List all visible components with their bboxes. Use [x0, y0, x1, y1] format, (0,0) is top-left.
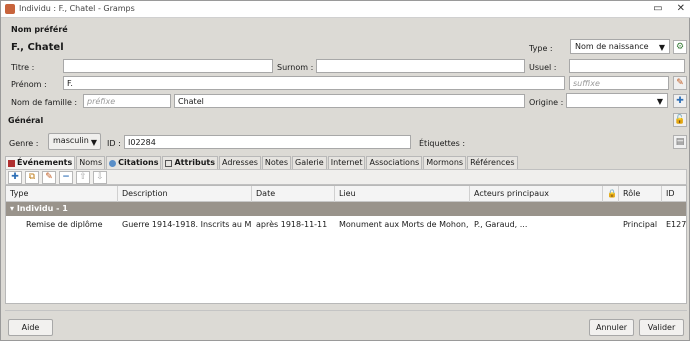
surnom-field[interactable]: [316, 59, 525, 73]
titre-label: Titre :: [11, 63, 35, 72]
chevron-down-icon: ▼: [90, 138, 97, 147]
col-description[interactable]: Description: [118, 186, 252, 202]
prenom-label: Prénom :: [11, 80, 47, 89]
col-acteurs[interactable]: Acteurs principaux: [470, 186, 603, 202]
col-id[interactable]: ID: [662, 186, 686, 202]
titre-field[interactable]: [63, 59, 273, 73]
cell-lieu: Monument aux Morts de Mohon, ...: [339, 220, 470, 229]
genre-combo[interactable]: masculin ▼: [48, 133, 101, 150]
tab-citations[interactable]: Citations: [106, 156, 162, 169]
restore-icon[interactable]: ▭: [653, 3, 662, 14]
title-bar: Individu : F., Chatel - Gramps ▭ ✕: [1, 1, 690, 18]
genre-value: masculin: [53, 136, 89, 145]
group-label: Individu - 1: [16, 204, 68, 213]
nom-famille-field[interactable]: Chatel: [174, 94, 525, 108]
window-title: Individu : F., Chatel - Gramps: [19, 4, 135, 13]
add-event-icon[interactable]: ✚: [8, 171, 22, 184]
cell-date: après 1918-11-11: [256, 220, 328, 229]
cell-role: Principal: [623, 220, 658, 229]
tab-label: Adresses: [222, 158, 258, 167]
nom-famille-label: Nom de famille :: [11, 98, 78, 107]
cell-description: Guerre 1914-1918. Inscrits au M...: [122, 220, 252, 229]
etiquettes-label: Étiquettes :: [419, 139, 466, 148]
move-up-icon[interactable]: ⇧: [76, 171, 90, 184]
cell-type: Remise de diplôme: [26, 220, 103, 229]
tab-label: Internet: [330, 158, 363, 167]
col-role[interactable]: Rôle: [619, 186, 662, 202]
origine-combo[interactable]: ▼: [566, 93, 668, 108]
tab-label: Citations: [118, 158, 159, 167]
edit-tags-icon[interactable]: ▤: [673, 135, 687, 149]
suffixe-field[interactable]: suffixe: [569, 76, 669, 90]
id-label: ID :: [107, 139, 121, 148]
chevron-down-icon: ▼: [656, 97, 663, 106]
attributes-icon: [165, 159, 173, 167]
prenom-field[interactable]: F.: [63, 76, 565, 90]
usuel-field[interactable]: [569, 59, 685, 73]
cell-acteurs: P., Garaud, ...: [474, 220, 528, 229]
tab-bar: Événements Noms Citations Attributs Adre…: [5, 156, 519, 169]
col-date[interactable]: Date: [252, 186, 335, 202]
name-settings-icon[interactable]: ⚙: [673, 40, 687, 54]
add-surname-icon[interactable]: ✚: [673, 94, 687, 108]
col-type[interactable]: Type: [6, 186, 118, 202]
edit-event-icon[interactable]: ✎: [42, 171, 56, 184]
chevron-down-icon: ▼: [658, 43, 665, 52]
tab-label: Événements: [17, 158, 73, 167]
tab-label: Galerie: [295, 158, 324, 167]
name-type-value: Nom de naissance: [575, 42, 649, 51]
group-row[interactable]: ▾ Individu - 1: [6, 202, 686, 216]
tab-galerie[interactable]: Galerie: [292, 156, 327, 169]
tab-references[interactable]: Références: [467, 156, 518, 169]
type-label: Type :: [529, 44, 553, 53]
usuel-label: Usuel :: [529, 63, 557, 72]
tab-noms[interactable]: Noms: [76, 156, 106, 169]
edit-name-icon[interactable]: ✎: [673, 76, 687, 90]
col-private-lock-icon[interactable]: 🔒: [603, 186, 619, 202]
origine-label: Origine :: [529, 98, 564, 107]
citations-icon: [109, 159, 117, 167]
tab-label: Attributs: [174, 158, 216, 167]
edit-person-dialog: Individu : F., Chatel - Gramps ▭ ✕ Nom p…: [0, 0, 690, 341]
close-icon[interactable]: ✕: [677, 3, 685, 14]
remove-event-icon[interactable]: −: [59, 171, 73, 184]
table-row[interactable]: Remise de diplôme Guerre 1914-1918. Insc…: [6, 217, 687, 233]
expander-icon: ▾: [10, 204, 15, 213]
tab-associations[interactable]: Associations: [366, 156, 423, 169]
tab-label: Associations: [369, 158, 420, 167]
table-header: Type Description Date Lieu Acteurs princ…: [6, 186, 686, 202]
events-table: Type Description Date Lieu Acteurs princ…: [5, 185, 687, 304]
tab-label: Références: [470, 158, 515, 167]
footer-separator: [5, 310, 687, 311]
tab-label: Noms: [79, 158, 103, 167]
tab-mormons[interactable]: Mormons: [423, 156, 467, 169]
id-field[interactable]: I02284: [124, 135, 411, 149]
cell-id: E1279...: [666, 220, 687, 229]
move-down-icon[interactable]: ⇩: [93, 171, 107, 184]
privacy-lock-icon[interactable]: 🔓: [673, 113, 687, 127]
name-type-combo[interactable]: Nom de naissance ▼: [570, 39, 670, 54]
tab-internet[interactable]: Internet: [327, 156, 366, 169]
annuler-button[interactable]: Annuler: [589, 319, 634, 336]
section-general: Général: [8, 116, 44, 125]
gramps-app-icon: [5, 4, 15, 14]
share-event-icon[interactable]: ⧉: [25, 171, 39, 184]
tab-notes[interactable]: Notes: [261, 156, 292, 169]
prefixe-field[interactable]: préfixe: [83, 94, 171, 108]
genre-label: Genre :: [9, 139, 39, 148]
tab-evenements[interactable]: Événements: [5, 156, 76, 169]
tab-label: Notes: [264, 158, 289, 167]
events-icon: [8, 159, 15, 167]
valider-button[interactable]: Valider: [639, 319, 684, 336]
person-name-heading: F., Chatel: [11, 42, 64, 53]
events-toolbar: ✚ ⧉ ✎ − ⇧ ⇩: [5, 169, 687, 185]
col-lieu[interactable]: Lieu: [335, 186, 470, 202]
surnom-label: Surnom :: [277, 63, 314, 72]
aide-button[interactable]: Aide: [8, 319, 53, 336]
tab-attributs[interactable]: Attributs: [162, 156, 219, 169]
tab-adresses[interactable]: Adresses: [219, 156, 261, 169]
section-nom-prefere: Nom préféré: [11, 25, 68, 34]
tab-label: Mormons: [426, 158, 464, 167]
